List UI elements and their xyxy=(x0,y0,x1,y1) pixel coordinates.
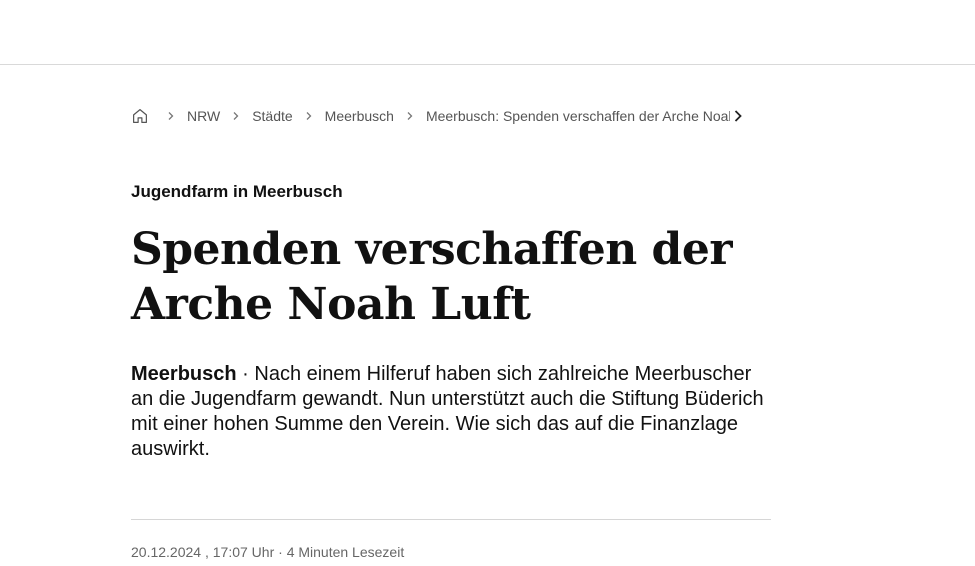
breadcrumb-current-page: Meerbusch: Spenden verschaffen der Arche… xyxy=(425,108,730,124)
breadcrumb-item-staedte[interactable]: Städte xyxy=(252,108,292,124)
chevron-right-icon xyxy=(299,111,319,121)
breadcrumb-item-nrw[interactable]: NRW xyxy=(187,108,220,124)
teaser-separator: · xyxy=(236,363,255,385)
top-header-bar xyxy=(0,0,975,65)
chevron-right-icon[interactable] xyxy=(732,106,746,126)
chevron-right-icon xyxy=(161,111,181,121)
article-date: 20.12.2024 xyxy=(131,544,202,560)
home-icon[interactable] xyxy=(131,104,155,128)
breadcrumb: NRW Städte Meerbusch Meerbusch: Spenden … xyxy=(131,104,771,128)
article-kicker: Jugendfarm in Meerbusch xyxy=(131,182,343,201)
chevron-right-icon xyxy=(226,111,246,121)
article-dateline: Meerbusch xyxy=(131,363,237,385)
chevron-right-icon xyxy=(400,111,420,121)
divider xyxy=(131,519,771,520)
article-headline: Spenden verschaffen der Arche Noah Luft xyxy=(131,224,733,330)
article-meta: 20.12.2024 , 17:07 Uhr · 4 Minuten Lesez… xyxy=(131,544,405,560)
article-teaser: Meerbusch · Nach einem Hilferuf haben si… xyxy=(131,362,776,462)
article-time: 17:07 Uhr xyxy=(212,544,275,560)
breadcrumb-item-meerbusch[interactable]: Meerbusch xyxy=(325,108,394,124)
breadcrumb-current-wrapper: Meerbusch: Spenden verschaffen der Arche… xyxy=(426,108,730,124)
reading-time: 4 Minuten Lesezeit xyxy=(286,544,405,560)
